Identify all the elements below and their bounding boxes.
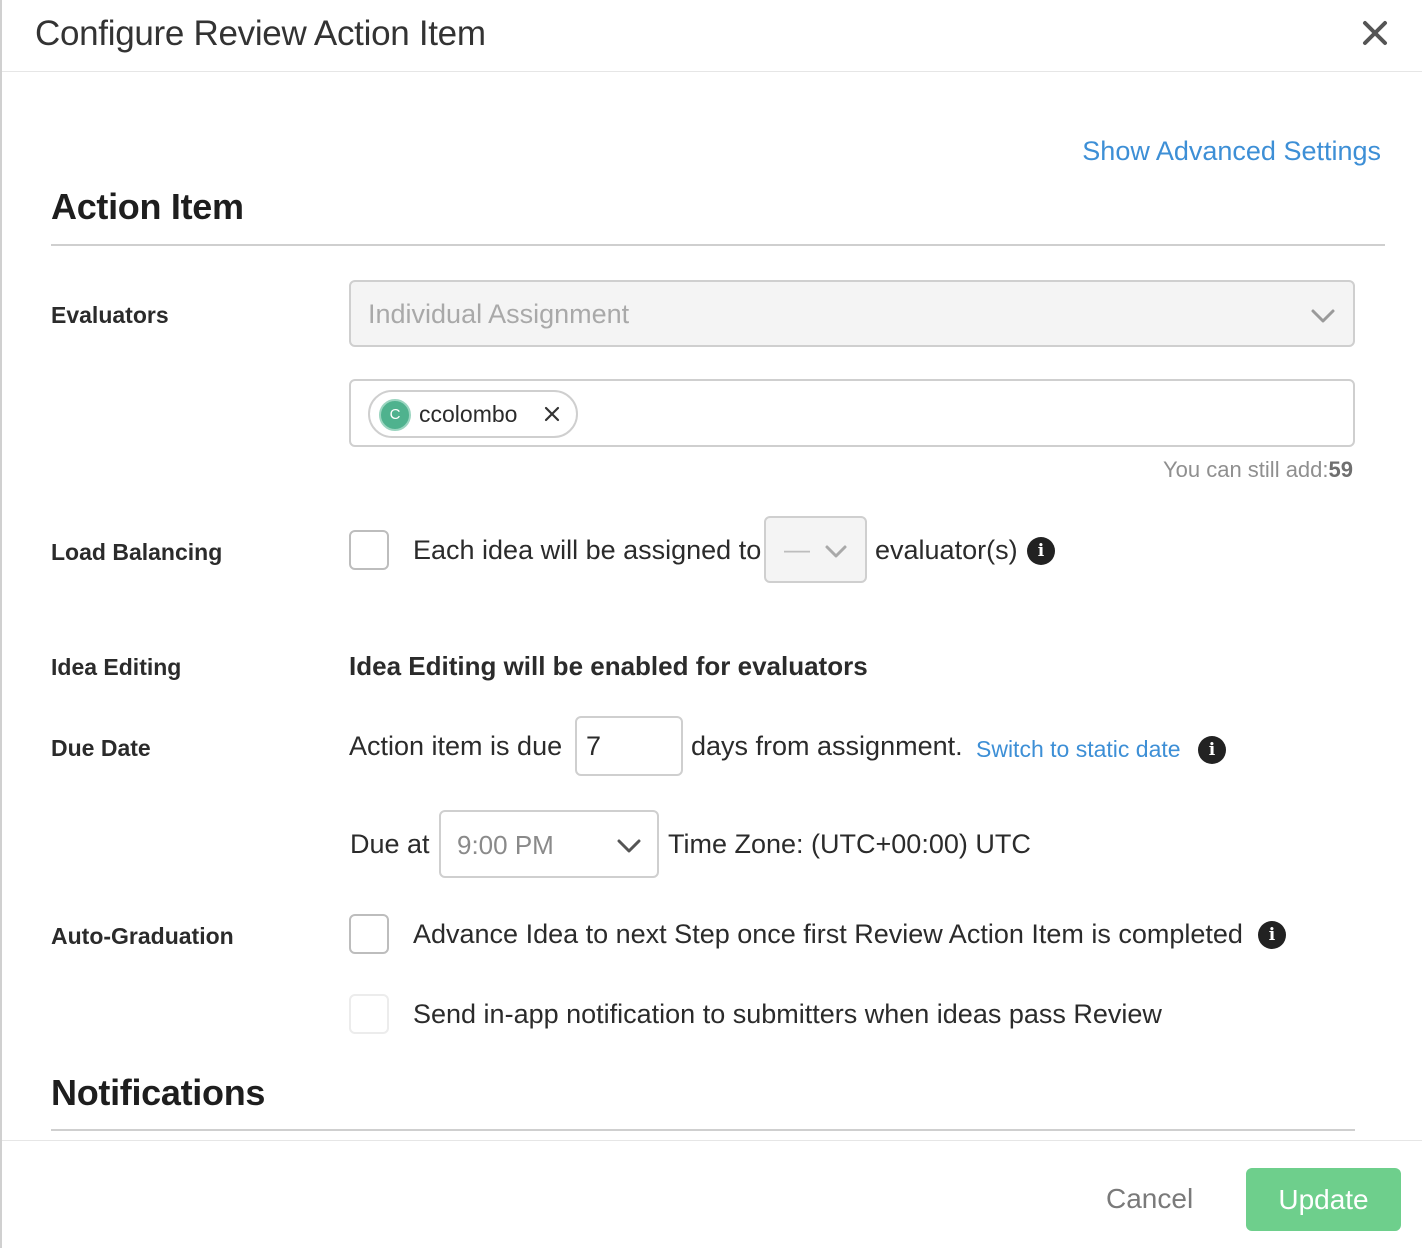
section-divider [51, 1129, 1355, 1131]
evaluator-assignment-select: Individual Assignment [349, 280, 1355, 347]
auto-graduation-text: Advance Idea to next Step once first Rev… [413, 919, 1243, 949]
cancel-button[interactable]: Cancel [1106, 1183, 1193, 1215]
due-at-label: Due at [350, 829, 430, 859]
due-time-value: 9:00 PM [457, 830, 554, 860]
chevron-down-icon [1311, 309, 1335, 323]
modal-title: Configure Review Action Item [35, 14, 486, 53]
idea-editing-label: Idea Editing [51, 654, 182, 680]
section-title-notifications: Notifications [51, 1072, 266, 1113]
due-days-value: 7 [586, 731, 602, 761]
close-button[interactable] [1356, 14, 1394, 52]
evaluators-label: Evaluators [51, 302, 169, 328]
modal-footer: Cancel Update [2, 1140, 1422, 1248]
evaluator-tag-input[interactable]: C ccolombo [349, 379, 1355, 447]
hint-count: 59 [1328, 457, 1353, 482]
info-icon[interactable]: i [1198, 736, 1226, 764]
evaluator-tag: C ccolombo [368, 390, 578, 438]
configure-modal: Configure Review Action Item Show Advanc… [0, 0, 1422, 1248]
chevron-down-icon [617, 839, 641, 853]
remaining-evaluators-hint: You can still add:59 [1163, 457, 1353, 483]
due-days-input[interactable]: 7 [575, 716, 683, 776]
due-date-label: Due Date [51, 735, 151, 761]
evaluators-suffix-text: evaluator(s) [875, 535, 1018, 565]
switch-to-static-date-link[interactable]: Switch to static date [976, 736, 1181, 763]
load-balancing-text: Each idea will be assigned to [413, 535, 762, 565]
modal-header: Configure Review Action Item [2, 0, 1422, 72]
evaluator-count-value: — [784, 534, 810, 564]
idea-editing-status: Idea Editing will be enabled for evaluat… [349, 651, 868, 681]
evaluator-count-select[interactable]: — [764, 516, 867, 583]
evaluator-tag-name: ccolombo [419, 401, 518, 427]
section-title-action-item: Action Item [51, 186, 244, 227]
section-divider [51, 244, 1385, 246]
load-balancing-label: Load Balancing [51, 539, 223, 565]
notify-submitters-checkbox[interactable] [349, 994, 389, 1034]
auto-graduation-checkbox[interactable] [349, 914, 389, 954]
due-time-select[interactable]: 9:00 PM [439, 810, 659, 878]
update-button[interactable]: Update [1246, 1168, 1401, 1231]
evaluator-assignment-value: Individual Assignment [368, 299, 630, 329]
due-date-suffix: days from assignment. [691, 731, 963, 761]
remove-tag-icon[interactable] [542, 404, 562, 424]
timezone-text: Time Zone: (UTC+00:00) UTC [668, 829, 1031, 859]
auto-graduation-label: Auto-Graduation [51, 923, 234, 949]
due-date-prefix: Action item is due [349, 731, 563, 761]
load-balancing-checkbox[interactable] [349, 530, 389, 570]
info-icon[interactable]: i [1258, 921, 1286, 949]
info-icon[interactable]: i [1027, 537, 1055, 565]
avatar: C [379, 399, 411, 431]
notify-submitters-text: Send in-app notification to submitters w… [413, 999, 1162, 1029]
show-advanced-settings-link[interactable]: Show Advanced Settings [1082, 136, 1381, 167]
hint-prefix: You can still add: [1162, 457, 1329, 482]
close-icon [1363, 21, 1387, 45]
chevron-down-icon [825, 545, 847, 558]
